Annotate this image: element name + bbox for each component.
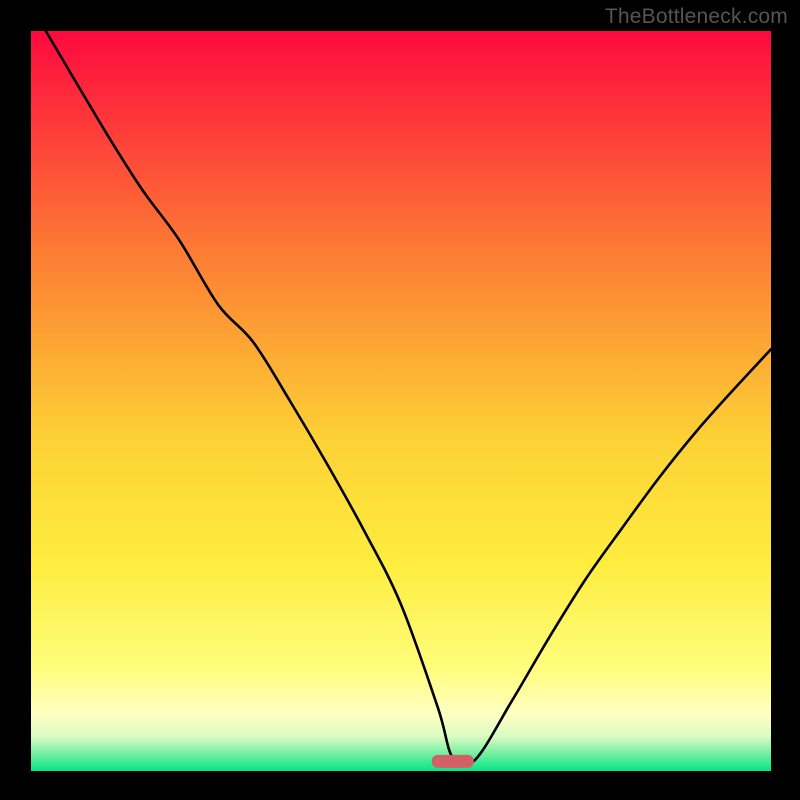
watermark-text: TheBottleneck.com — [605, 5, 788, 29]
chart-canvas: TheBottleneck.com — [0, 0, 800, 800]
gradient-background — [31, 31, 771, 771]
chart-svg — [0, 0, 800, 800]
curve-marker — [432, 755, 474, 768]
